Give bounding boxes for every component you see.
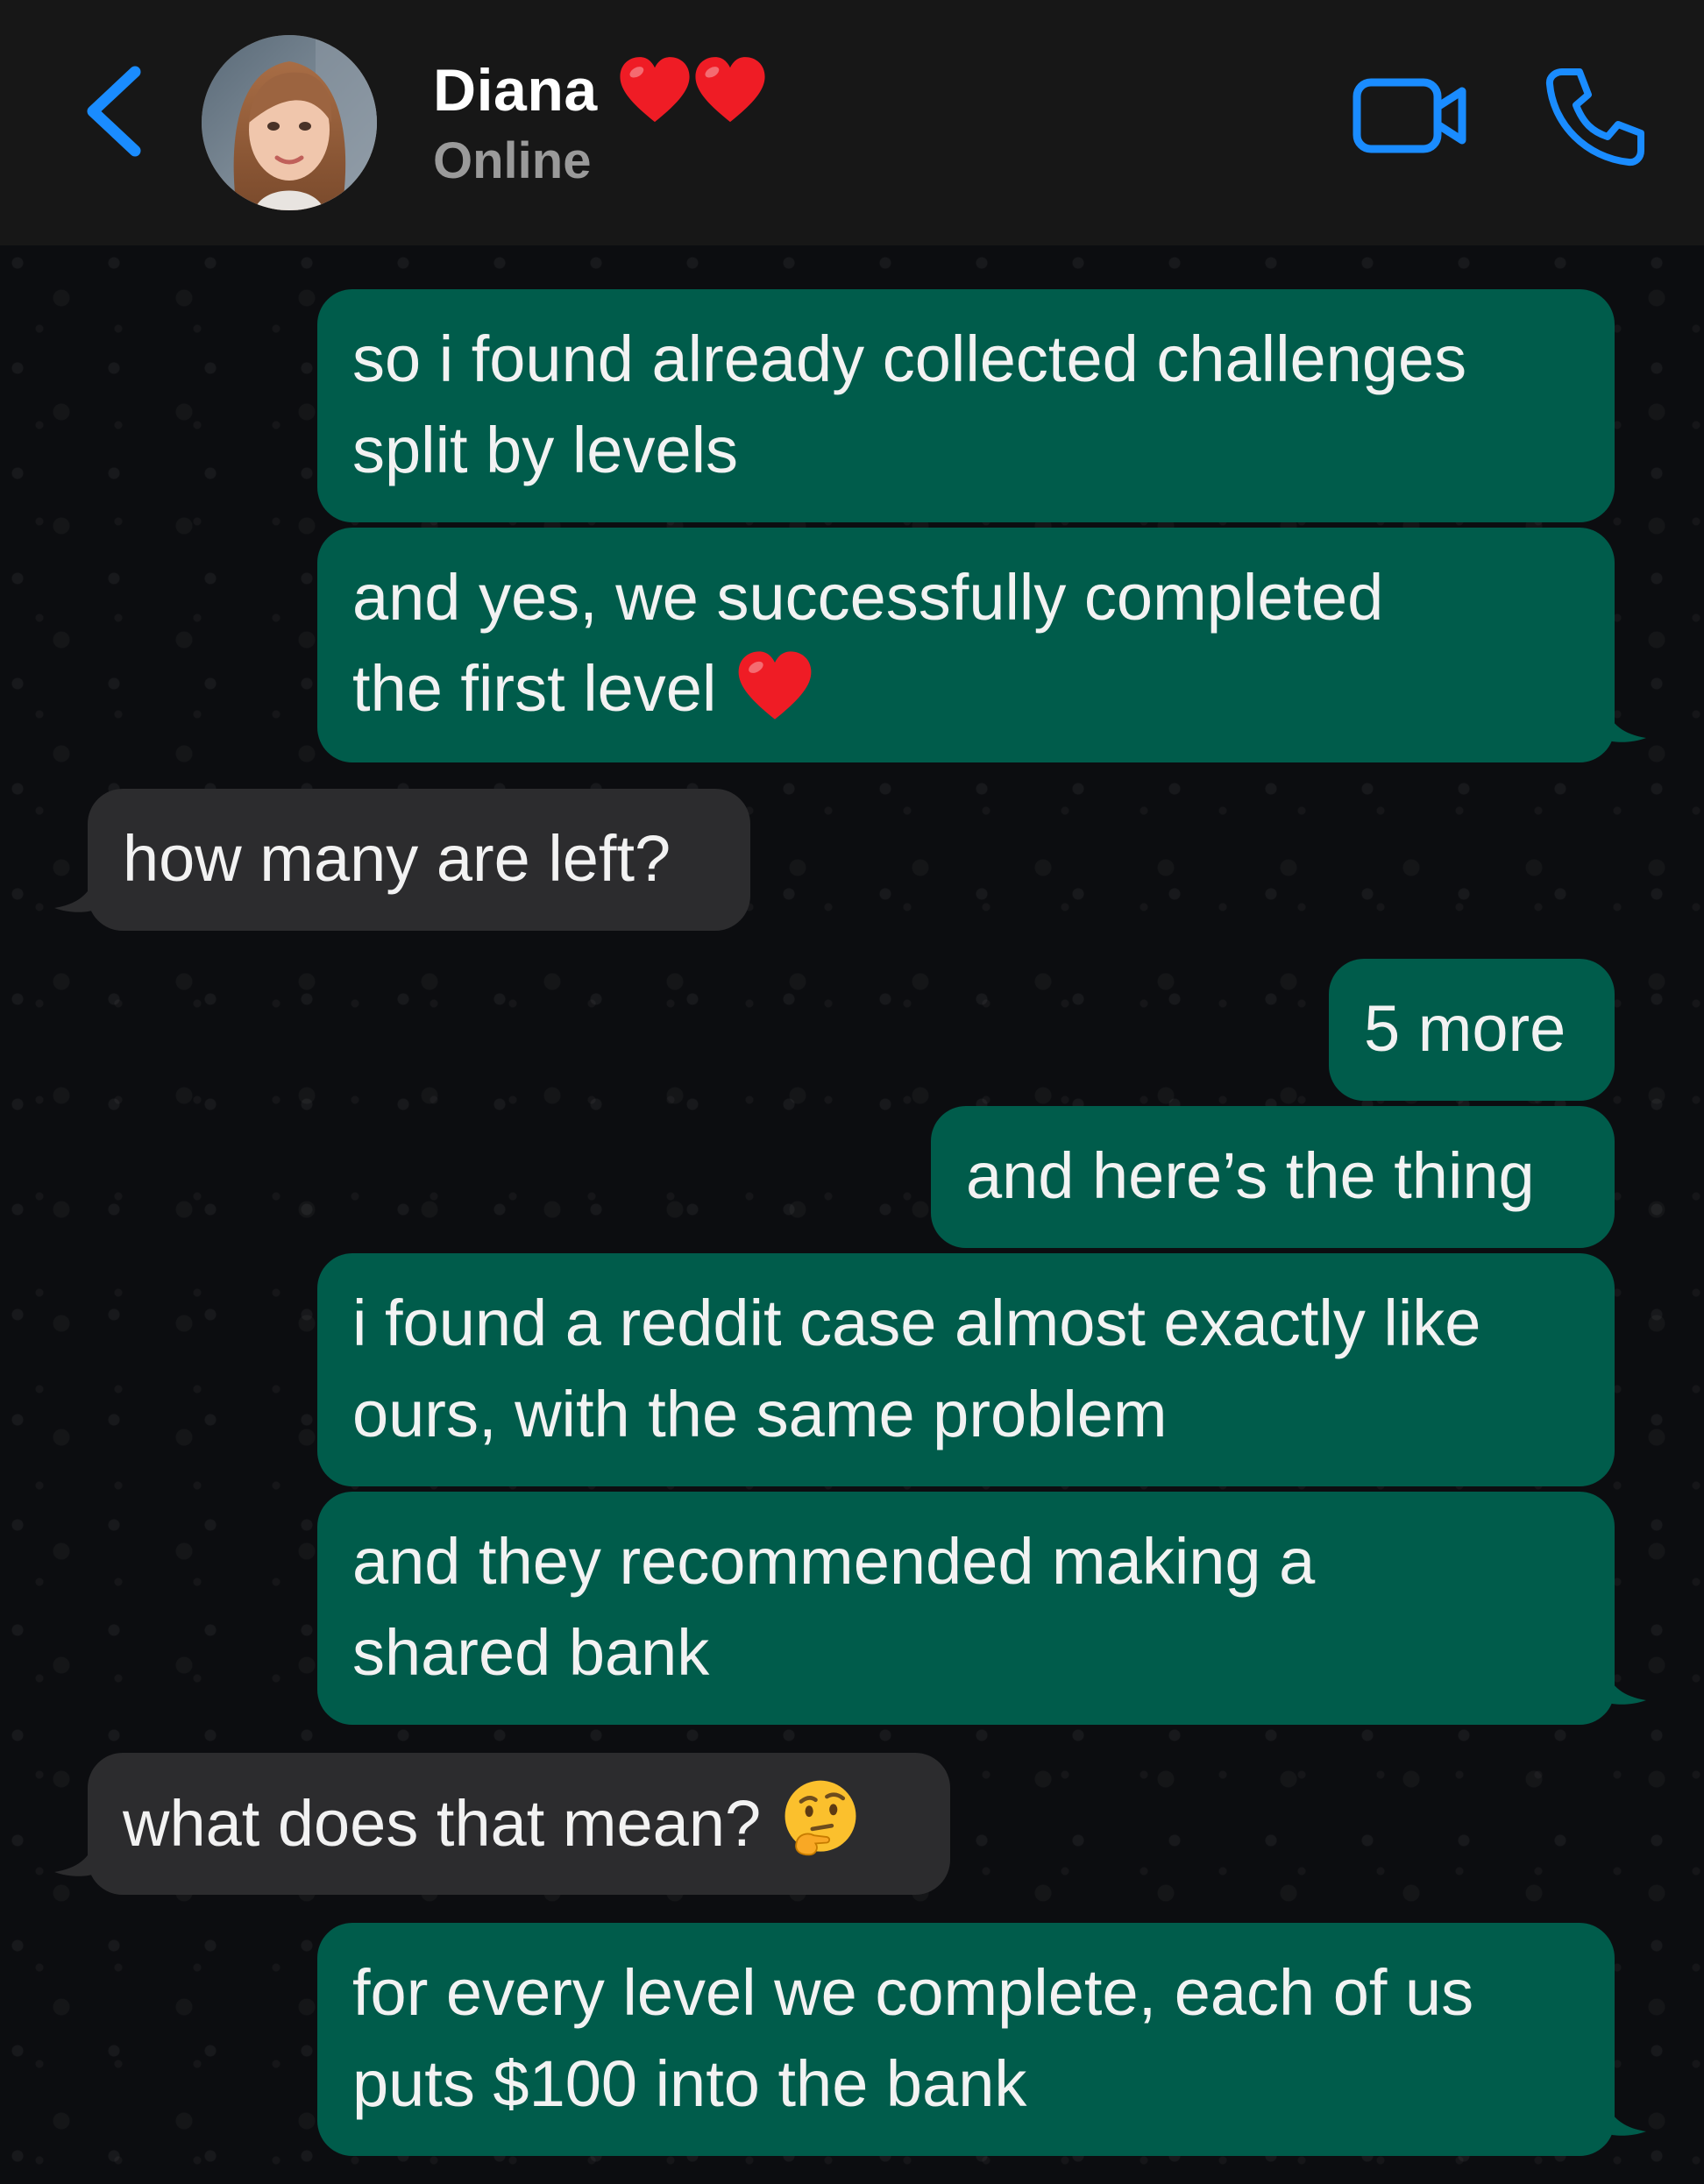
bubble-tail [54, 1842, 95, 1876]
contact-name-text: Diana [433, 57, 598, 124]
message-text-line: and here’s the thing [966, 1139, 1535, 1212]
outgoing-message[interactable]: and yes, we successfully completed the f… [317, 528, 1615, 762]
thinking-face-emoji [780, 1777, 861, 1882]
message-text-line: and they recommended making a [352, 1525, 1316, 1598]
bubble-tail [1606, 1670, 1646, 1705]
chat-screen: Diana Online so i found already collecte… [0, 0, 1704, 2184]
bubble-tail [54, 878, 95, 912]
heart-icon [738, 651, 812, 720]
incoming-message[interactable]: how many are left? [88, 789, 750, 931]
contact-name[interactable]: Diana [433, 51, 768, 130]
chat-header: Diana Online [0, 0, 1704, 245]
message-text-line: how many are left? [123, 822, 671, 895]
chevron-left-icon [87, 66, 141, 157]
back-button[interactable] [77, 63, 156, 160]
avatar[interactable] [202, 35, 377, 210]
message-text: what does that mean? [123, 1787, 762, 1860]
outgoing-message[interactable]: for every level we complete, each of us … [317, 1923, 1615, 2156]
outgoing-message[interactable]: and here’s the thing [931, 1106, 1615, 1248]
phone-icon [1545, 68, 1644, 167]
message-text-line: the first level [352, 643, 1580, 747]
message-text-line: i found a reddit case almost exactly lik… [352, 1287, 1481, 1359]
message-text-line: what does that mean? [123, 1777, 915, 1882]
message-list[interactable]: so i found already collected challenges … [0, 245, 1704, 2184]
voice-call-button[interactable] [1543, 63, 1648, 168]
incoming-message[interactable]: what does that mean? [88, 1753, 950, 1895]
message-text-line: so i found already collected challenges [352, 323, 1467, 395]
message-text-line: ours, with the same problem [352, 1378, 1168, 1450]
message-text-line: and yes, we successfully completed [352, 561, 1384, 634]
message-text: the first level [352, 652, 717, 725]
outgoing-message[interactable]: 5 more [1329, 959, 1615, 1101]
message-text-line: 5 more [1364, 992, 1566, 1065]
video-camera-icon [1353, 78, 1466, 153]
contact-status: Online [433, 132, 592, 189]
message-text-line: split by levels [352, 414, 739, 486]
outgoing-message[interactable]: and they recommended making a shared ban… [317, 1492, 1615, 1725]
video-call-button[interactable] [1350, 72, 1473, 160]
contact-photo [202, 35, 377, 210]
thinking-face-icon [785, 1780, 856, 1856]
heart-emoji [735, 649, 814, 747]
message-text-line: shared bank [352, 1616, 710, 1689]
outgoing-message[interactable]: i found a reddit case almost exactly lik… [317, 1253, 1615, 1486]
bubble-tail [1606, 708, 1646, 742]
message-text-line: puts $100 into the bank [352, 2047, 1027, 2120]
outgoing-message[interactable]: so i found already collected challenges … [317, 289, 1615, 522]
heart-emoji-pair [617, 55, 768, 125]
heart-icon [620, 57, 690, 123]
message-text-line: for every level we complete, each of us [352, 1956, 1474, 2029]
bubble-tail [1606, 2102, 1646, 2136]
heart-icon [695, 57, 765, 123]
